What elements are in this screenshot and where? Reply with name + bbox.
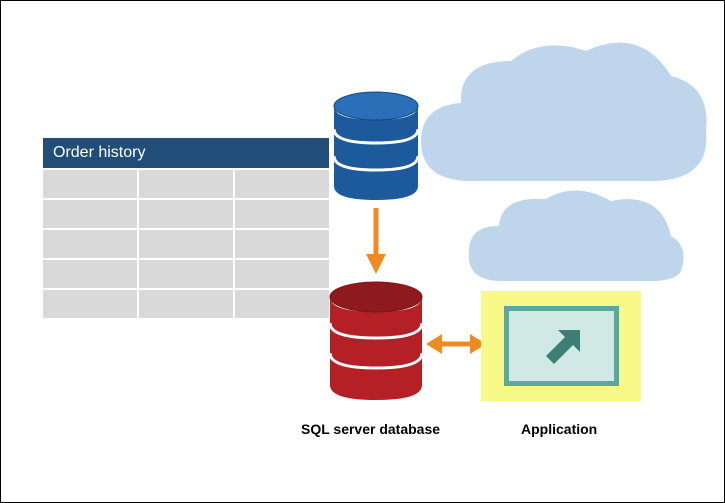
table-cell: [235, 290, 329, 318]
table-cell: [139, 290, 235, 318]
arrow-upright-icon: [534, 324, 589, 369]
arrow-down-icon: [363, 206, 389, 276]
table-header: Order history: [43, 138, 329, 168]
table-cell: [235, 230, 329, 258]
table-cell: [43, 230, 139, 258]
application-icon: [504, 306, 619, 386]
table-cell: [235, 260, 329, 288]
arrow-bidirectional-icon: [426, 331, 486, 357]
sql-server-label: SQL server database: [301, 421, 440, 437]
order-history-table: Order history: [41, 136, 331, 320]
application-label: Application: [521, 421, 597, 437]
table-cell: [139, 200, 235, 228]
table-cell: [43, 200, 139, 228]
table-cell: [139, 230, 235, 258]
table-cell: [235, 200, 329, 228]
table-cell: [139, 170, 235, 198]
cloud-database-icon: [331, 91, 421, 201]
application-highlight: [481, 291, 641, 401]
table-cell: [43, 290, 139, 318]
table-row: [43, 228, 329, 258]
table-row: [43, 258, 329, 288]
cloud-icon: [461, 181, 691, 301]
table-cell: [43, 170, 139, 198]
sql-database-icon: [326, 281, 426, 401]
table-cell: [139, 260, 235, 288]
table-row: [43, 168, 329, 198]
table-cell: [43, 260, 139, 288]
diagram-canvas: Order history: [1, 1, 724, 502]
table-row: [43, 198, 329, 228]
table-body: [43, 168, 329, 318]
table-cell: [235, 170, 329, 198]
table-row: [43, 288, 329, 318]
